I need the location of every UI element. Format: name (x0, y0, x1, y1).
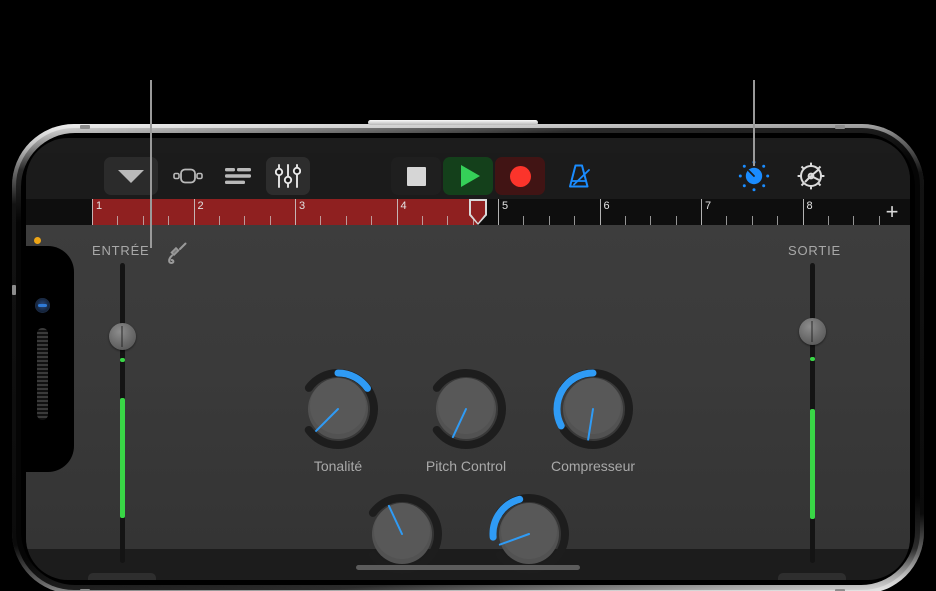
ruler-beat-tick (523, 216, 525, 225)
ruler-beat-tick (345, 216, 347, 225)
play-triangle-icon (460, 165, 480, 187)
callout-line-controls (753, 80, 755, 166)
ruler-bar-number: 1 (96, 200, 103, 212)
output-peak-indicator (810, 357, 815, 361)
ruler-bar-tick (295, 199, 296, 225)
loop-browser-button[interactable] (166, 157, 210, 195)
record-circle-icon (509, 165, 531, 187)
ruler-bar-tick (599, 199, 601, 225)
monitor-mute-button[interactable]: Coupée (778, 573, 846, 580)
add-track-button[interactable]: + (881, 201, 903, 223)
recording-indicator (34, 237, 41, 244)
track-list-button[interactable] (216, 157, 260, 195)
output-fader[interactable] (786, 263, 838, 563)
gear-icon (797, 162, 825, 190)
ruler-beat-tick (168, 216, 170, 225)
stop-square-icon (406, 166, 426, 186)
antenna-seam (835, 125, 845, 129)
ruler-bar-tick (193, 199, 195, 225)
metronome-button[interactable] (554, 157, 604, 195)
screenshot-stage: 1 2 3 4 5 6 7 8 + ENTRÉE SORTIE Tonalité Pitch … (0, 0, 936, 591)
knob-tonalite[interactable]: Tonalité (278, 365, 398, 474)
knob-tonalite-label: Tonalité (313, 458, 363, 474)
antenna-seam (80, 125, 90, 129)
ruler-beat-tick (650, 216, 652, 225)
ruler-bar-number: 7 (705, 200, 712, 212)
record-button[interactable] (495, 157, 545, 195)
stop-button[interactable] (391, 157, 441, 195)
ruler-beat-tick (827, 216, 829, 225)
output-level-meter (810, 409, 815, 519)
ruler-beat-tick (574, 216, 576, 225)
ruler-beat-tick (447, 216, 449, 225)
ruler-beat-tick (878, 216, 880, 225)
input-fader[interactable] (96, 263, 148, 563)
ruler-bar-tick (802, 199, 804, 225)
ruler-bar-tick (92, 199, 93, 225)
earpiece-speaker-slot (368, 120, 538, 125)
ruler-beat-tick (244, 216, 246, 225)
ruler-bar-number: 2 (197, 200, 204, 212)
ruler-beat-tick (218, 216, 220, 225)
knob-pitch-control-label: Pitch Control (425, 458, 507, 474)
ruler-beat-tick (853, 216, 855, 225)
knob-pitch-control-dial[interactable] (422, 365, 510, 453)
ruler-bar-number: 8 (806, 200, 813, 212)
ruler-bar-tick (396, 199, 398, 225)
mixer-faders-icon (275, 164, 301, 188)
output-fader-handle[interactable] (799, 318, 826, 345)
knob-tonalite-dial[interactable] (294, 365, 382, 453)
antenna-seam (12, 285, 16, 295)
settings-button[interactable] (786, 157, 836, 195)
ruler-beat-tick (371, 216, 373, 225)
output-strip-title: SORTIE (788, 243, 841, 258)
knob-compresseur-dial[interactable] (549, 365, 637, 453)
playhead[interactable] (469, 199, 487, 225)
ruler-beat-tick (421, 216, 423, 225)
callout-line-input (150, 80, 152, 248)
ruler-bar-number: 3 (299, 200, 306, 212)
ruler-beat-tick (320, 216, 322, 225)
ruler-beat-tick (117, 216, 119, 225)
track-list-icon (225, 168, 251, 184)
track-controls-panel: ENTRÉE Micro Canal SORTI (26, 225, 910, 580)
input-peak-indicator (120, 358, 125, 362)
device-screen: 1 2 3 4 5 6 7 8 + ENTRÉE SORTIE Tonalité Pitch … (26, 138, 910, 580)
knob-pitch-control[interactable]: Pitch Control (406, 365, 526, 474)
ruler-bar-number: 4 (400, 200, 407, 212)
chevron-down-icon (118, 169, 144, 183)
ruler-bar-tick (498, 199, 499, 225)
ruler-bar-number: 5 (502, 200, 509, 212)
speaker-grille (37, 328, 48, 420)
front-camera-icon (35, 298, 50, 313)
loop-browser-icon (173, 168, 203, 184)
knob-compresseur[interactable]: Compresseur (533, 365, 653, 474)
mixer-button[interactable] (266, 157, 310, 195)
app-toolbar (26, 153, 910, 199)
input-level-meter (120, 398, 125, 518)
ruler-beat-tick (269, 216, 271, 225)
input-fader-handle[interactable] (109, 323, 136, 350)
input-source-button[interactable]: Micro (88, 573, 156, 580)
home-indicator[interactable] (356, 565, 580, 570)
ruler-beat-tick (624, 216, 626, 225)
ruler-beat-tick (726, 216, 728, 225)
ruler-bar-tick (701, 199, 702, 225)
ruler-beat-tick (751, 216, 753, 225)
timeline-ruler[interactable]: 1 2 3 4 5 6 7 8 + (26, 199, 910, 225)
ruler-beat-tick (548, 216, 550, 225)
device-notch (22, 246, 74, 472)
play-button[interactable] (443, 157, 493, 195)
metronome-icon (569, 164, 590, 188)
input-strip-title: ENTRÉE (92, 243, 150, 258)
ruler-bar-number: 6 (603, 200, 610, 212)
audio-jack-icon (168, 242, 187, 265)
ruler-beat-tick (675, 216, 677, 225)
ruler-beat-tick (777, 216, 779, 225)
knob-compresseur-label: Compresseur (550, 458, 636, 474)
ruler-beat-tick (142, 216, 144, 225)
